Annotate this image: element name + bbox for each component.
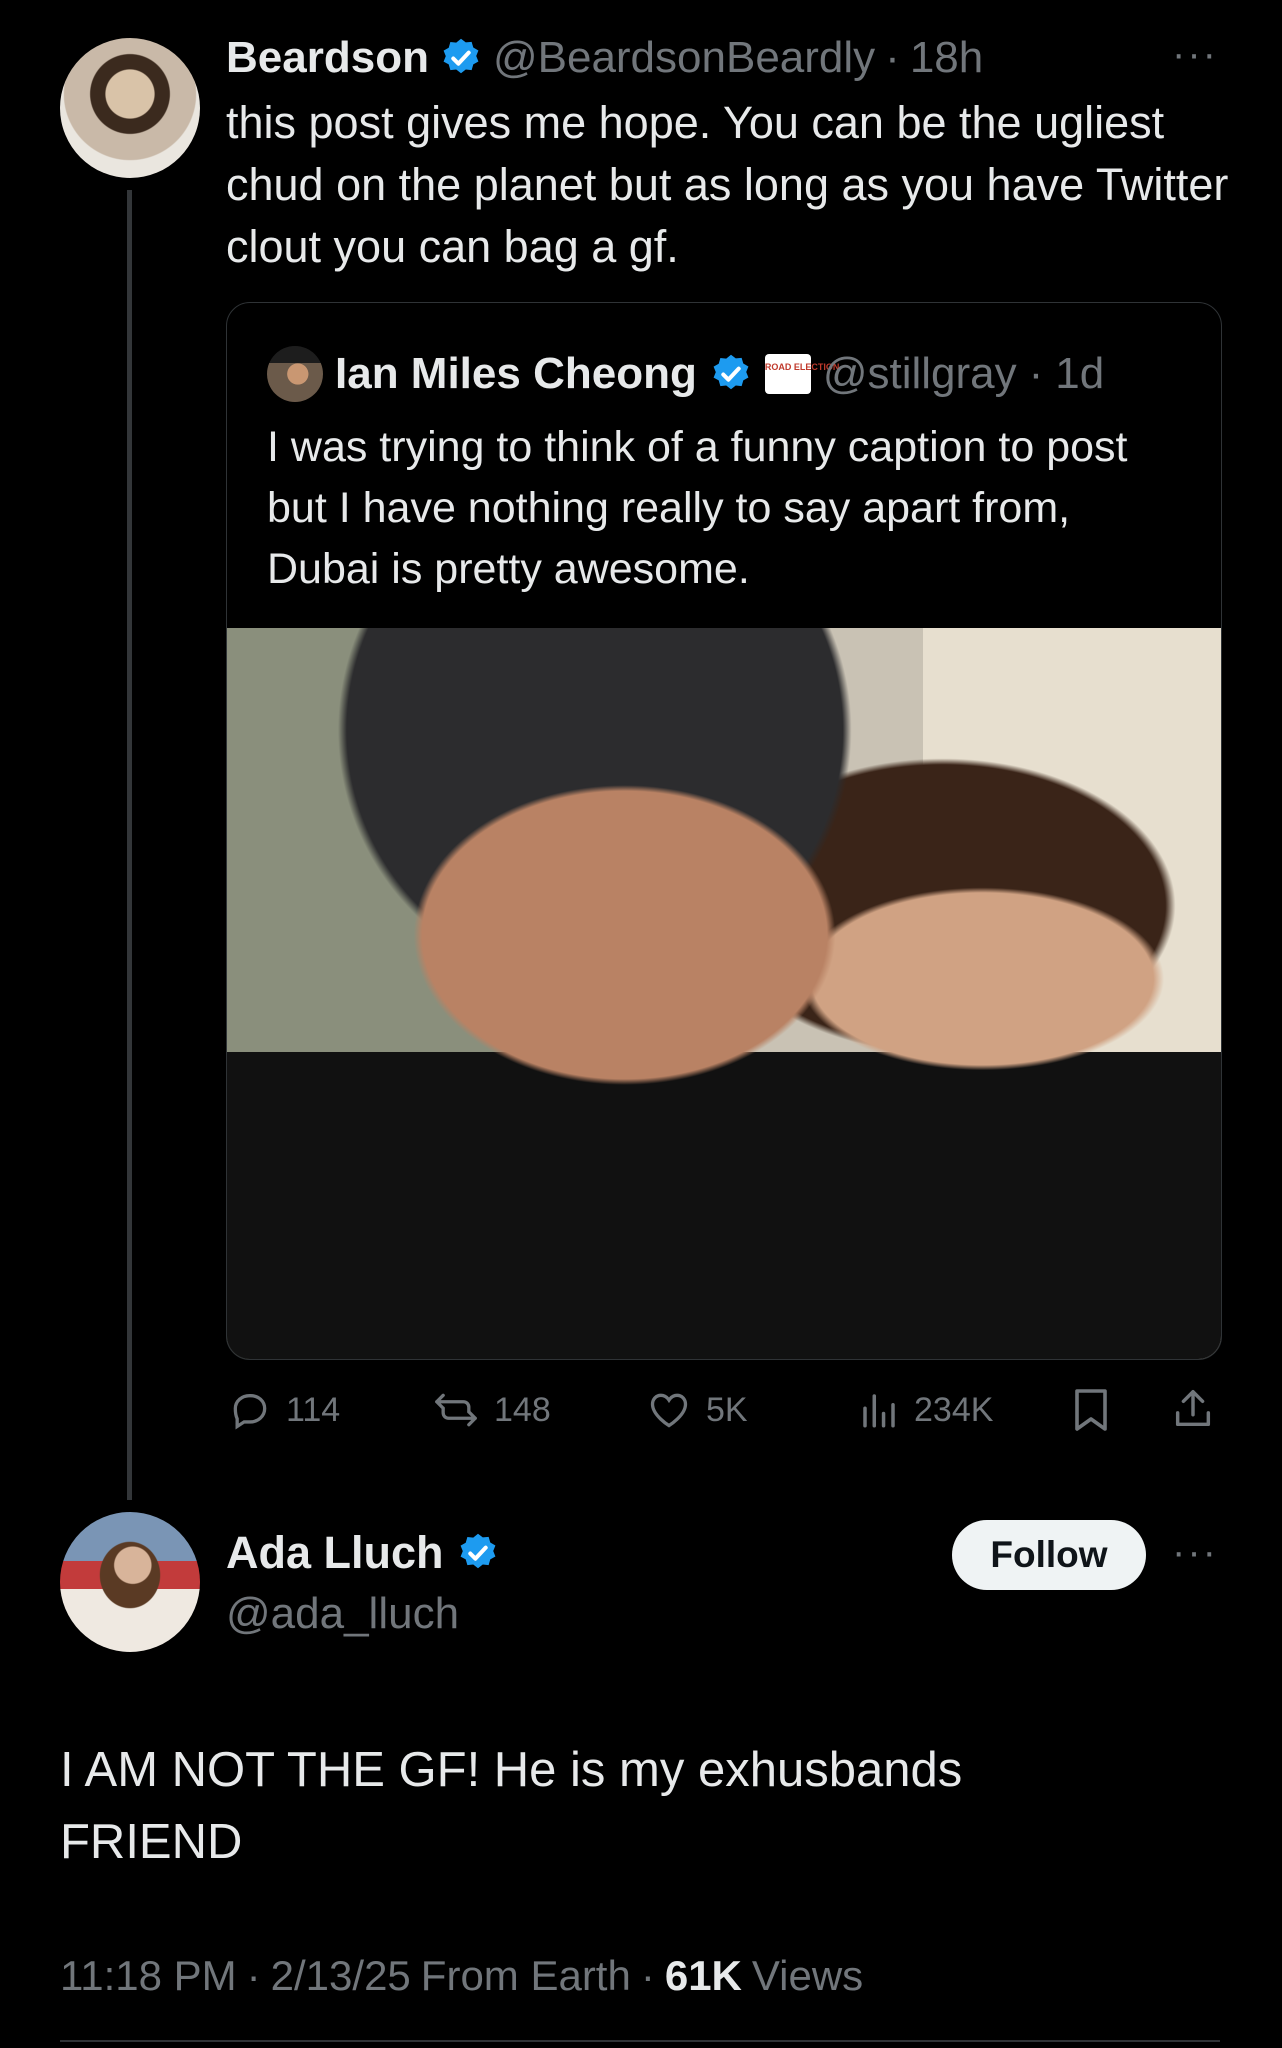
reply-button[interactable]: 114: [228, 1380, 340, 1440]
repost-count: 148: [494, 1390, 551, 1429]
verified-badge-icon: [460, 1533, 495, 1569]
affiliate-badge[interactable]: ROAD ELECTION: [764, 354, 839, 394]
like-button[interactable]: 5K: [646, 1380, 748, 1440]
verified-badge-icon: [713, 354, 749, 390]
reply-count: 114: [286, 1390, 341, 1429]
handle[interactable]: @ada_lluch: [226, 1586, 459, 1642]
like-count: 5K: [706, 1390, 748, 1429]
more-icon[interactable]: ···: [1172, 1530, 1218, 1575]
views-button[interactable]: 234K: [858, 1380, 993, 1440]
parent-tweet-header: Beardson @BeardsonBeardly · 18h: [226, 28, 983, 88]
share-icon[interactable]: [1170, 1386, 1216, 1432]
avatar-ian[interactable]: [267, 346, 323, 402]
handle[interactable]: @BeardsonBeardly: [493, 33, 875, 83]
views-count[interactable]: 61K: [665, 1952, 742, 2000]
main-tweet-text: I AM NOT THE GF! He is my exhusbands FRI…: [60, 1743, 963, 1869]
more-icon[interactable]: ···: [1172, 32, 1218, 77]
tweet-time[interactable]: 11:18 PM: [60, 1952, 237, 2000]
repost-button[interactable]: 148: [432, 1380, 551, 1440]
tweet-source: From Earth: [420, 1952, 631, 1999]
main-tweet-name-row: Ada Lluch: [226, 1522, 500, 1584]
thread-line: [127, 190, 132, 1500]
views-count: 234K: [914, 1390, 994, 1429]
separator: ·: [246, 1952, 261, 1999]
quoted-tweet-text: I was trying to think of a funny caption…: [267, 423, 1128, 593]
quoted-tweet-card[interactable]: Ian Miles Cheong ROAD ELECTION @stillgra…: [226, 302, 1222, 1360]
timestamp[interactable]: 18h: [910, 33, 983, 83]
quoted-tweet-header: Ian Miles Cheong ROAD ELECTION @stillgra…: [267, 341, 1104, 407]
timestamp[interactable]: 1d: [1055, 349, 1104, 399]
reply-icon: [233, 1394, 267, 1430]
views-icon: [863, 1394, 895, 1428]
separator: ·: [885, 33, 900, 82]
verified-badge-icon: [443, 38, 479, 74]
display-name[interactable]: Beardson: [226, 33, 429, 83]
handle[interactable]: @stillgray: [823, 349, 1017, 399]
tweet-meta: 11:18 PM · 2/13/25 From Earth · 61K View…: [60, 1952, 863, 2000]
divider: [60, 2040, 1220, 2042]
quoted-tweet-photo[interactable]: [227, 628, 1221, 1359]
separator: ·: [1028, 349, 1044, 398]
display-name[interactable]: Ian Miles Cheong: [335, 349, 697, 399]
parent-tweet-text: this post gives me hope. You can be the …: [226, 97, 1229, 272]
display-name[interactable]: Ada Lluch: [226, 1527, 444, 1579]
tweet-date[interactable]: 2/13/25: [271, 1952, 411, 2000]
avatar-ada[interactable]: [60, 1512, 200, 1652]
views-label[interactable]: Views: [752, 1952, 863, 2000]
repost-icon: [435, 1393, 477, 1427]
avatar-beardson[interactable]: [60, 38, 200, 178]
follow-button[interactable]: Follow: [952, 1520, 1146, 1590]
like-icon: [650, 1393, 688, 1428]
bookmark-icon[interactable]: [1070, 1386, 1112, 1434]
separator: ·: [640, 1952, 655, 1999]
